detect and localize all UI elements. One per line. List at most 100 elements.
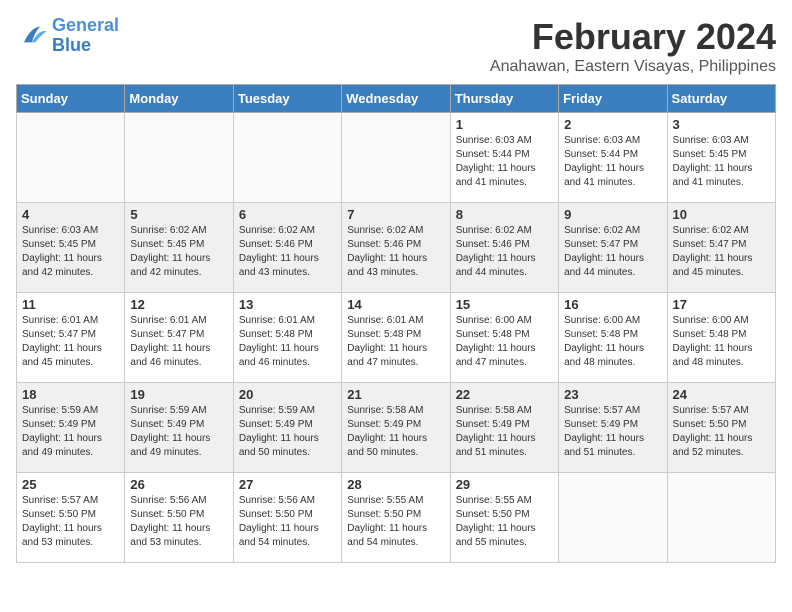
day-number: 14 — [347, 297, 444, 312]
day-info: Sunrise: 5:56 AMSunset: 5:50 PMDaylight:… — [239, 494, 336, 550]
day-number: 10 — [673, 207, 770, 222]
day-number: 28 — [347, 477, 444, 492]
calendar-cell: 29 Sunrise: 5:55 AMSunset: 5:50 PMDayligh… — [450, 473, 558, 563]
calendar-cell: 4 Sunrise: 6:03 AMSunset: 5:45 PMDaylight… — [17, 203, 125, 293]
calendar-cell: 26 Sunrise: 5:56 AMSunset: 5:50 PMDayligh… — [125, 473, 233, 563]
header-day-friday: Friday — [559, 85, 667, 113]
day-number: 27 — [239, 477, 336, 492]
day-info: Sunrise: 5:56 AMSunset: 5:50 PMDaylight:… — [130, 494, 227, 550]
day-info: Sunrise: 6:03 AMSunset: 5:44 PMDaylight:… — [564, 134, 661, 190]
calendar-cell — [667, 473, 775, 563]
calendar-cell: 2 Sunrise: 6:03 AMSunset: 5:44 PMDaylight… — [559, 113, 667, 203]
calendar-cell: 25Sunrise: 5:57 AMSunset: 5:50 PMDayligh… — [17, 473, 125, 563]
calendar-cell — [342, 113, 450, 203]
calendar-cell: 23 Sunrise: 5:57 AMSunset: 5:49 PMDayligh… — [559, 383, 667, 473]
day-number: 6 — [239, 207, 336, 222]
day-number: 17 — [673, 297, 770, 312]
calendar-table: SundayMondayTuesdayWednesdayThursdayFrid… — [16, 84, 776, 563]
calendar-cell: 11Sunrise: 6:01 AMSunset: 5:47 PMDayligh… — [17, 293, 125, 383]
calendar-cell — [233, 113, 341, 203]
calendar-cell — [17, 113, 125, 203]
day-info: Sunrise: 6:01 AMSunset: 5:48 PMDaylight:… — [347, 314, 444, 370]
logo-text: General Blue — [52, 16, 119, 56]
logo: General Blue — [16, 16, 119, 56]
day-info: Sunrise: 5:55 AMSunset: 5:50 PMDaylight:… — [456, 494, 553, 550]
page-title: February 2024 — [490, 16, 776, 58]
week-row-3: 11Sunrise: 6:01 AMSunset: 5:47 PMDayligh… — [17, 293, 776, 383]
logo-bird-icon — [16, 20, 48, 52]
header-day-tuesday: Tuesday — [233, 85, 341, 113]
day-info: Sunrise: 6:01 AMSunset: 5:47 PMDaylight:… — [130, 314, 227, 370]
calendar-cell: 3Sunrise: 6:03 AMSunset: 5:45 PMDaylight… — [667, 113, 775, 203]
calendar-cell — [125, 113, 233, 203]
logo-line1: General — [52, 15, 119, 35]
calendar-cell: 8 Sunrise: 6:02 AMSunset: 5:46 PMDaylight… — [450, 203, 558, 293]
day-info: Sunrise: 6:01 AMSunset: 5:47 PMDaylight:… — [22, 314, 119, 370]
week-row-2: 4 Sunrise: 6:03 AMSunset: 5:45 PMDaylight… — [17, 203, 776, 293]
day-info: Sunrise: 6:00 AMSunset: 5:48 PMDaylight:… — [456, 314, 553, 370]
calendar-cell: 15 Sunrise: 6:00 AMSunset: 5:48 PMDayligh… — [450, 293, 558, 383]
day-number: 23 — [564, 387, 661, 402]
day-info: Sunrise: 5:58 AMSunset: 5:49 PMDaylight:… — [456, 404, 553, 460]
day-info: Sunrise: 5:58 AMSunset: 5:49 PMDaylight:… — [347, 404, 444, 460]
day-number: 13 — [239, 297, 336, 312]
day-info: Sunrise: 5:59 AMSunset: 5:49 PMDaylight:… — [22, 404, 119, 460]
calendar-cell: 21 Sunrise: 5:58 AMSunset: 5:49 PMDayligh… — [342, 383, 450, 473]
calendar-cell: 22 Sunrise: 5:58 AMSunset: 5:49 PMDayligh… — [450, 383, 558, 473]
day-info: Sunrise: 6:03 AMSunset: 5:44 PMDaylight:… — [456, 134, 553, 190]
calendar-cell: 18Sunrise: 5:59 AMSunset: 5:49 PMDayligh… — [17, 383, 125, 473]
calendar-cell: 13Sunrise: 6:01 AMSunset: 5:48 PMDayligh… — [233, 293, 341, 383]
header-day-saturday: Saturday — [667, 85, 775, 113]
calendar-cell: 16Sunrise: 6:00 AMSunset: 5:48 PMDayligh… — [559, 293, 667, 383]
day-number: 1 — [456, 117, 553, 132]
calendar-cell: 17 Sunrise: 6:00 AMSunset: 5:48 PMDayligh… — [667, 293, 775, 383]
day-number: 15 — [456, 297, 553, 312]
day-info: Sunrise: 6:02 AMSunset: 5:46 PMDaylight:… — [456, 224, 553, 280]
day-number: 29 — [456, 477, 553, 492]
day-number: 8 — [456, 207, 553, 222]
day-info: Sunrise: 6:02 AMSunset: 5:47 PMDaylight:… — [564, 224, 661, 280]
calendar-cell: 12 Sunrise: 6:01 AMSunset: 5:47 PMDayligh… — [125, 293, 233, 383]
header-day-thursday: Thursday — [450, 85, 558, 113]
day-info: Sunrise: 5:57 AMSunset: 5:50 PMDaylight:… — [673, 404, 770, 460]
day-number: 12 — [130, 297, 227, 312]
week-row-4: 18Sunrise: 5:59 AMSunset: 5:49 PMDayligh… — [17, 383, 776, 473]
day-number: 26 — [130, 477, 227, 492]
day-info: Sunrise: 5:59 AMSunset: 5:49 PMDaylight:… — [130, 404, 227, 460]
logo-line2: Blue — [52, 35, 91, 55]
calendar-cell: 27 Sunrise: 5:56 AMSunset: 5:50 PMDayligh… — [233, 473, 341, 563]
calendar-cell: 9 Sunrise: 6:02 AMSunset: 5:47 PMDaylight… — [559, 203, 667, 293]
day-number: 7 — [347, 207, 444, 222]
day-info: Sunrise: 6:02 AMSunset: 5:46 PMDaylight:… — [239, 224, 336, 280]
header-day-wednesday: Wednesday — [342, 85, 450, 113]
day-info: Sunrise: 5:59 AMSunset: 5:49 PMDaylight:… — [239, 404, 336, 460]
day-info: Sunrise: 6:03 AMSunset: 5:45 PMDaylight:… — [22, 224, 119, 280]
week-row-1: 1 Sunrise: 6:03 AMSunset: 5:44 PMDaylight… — [17, 113, 776, 203]
page-subtitle: Anahawan, Eastern Visayas, Philippines — [490, 58, 776, 76]
calendar-cell: 1 Sunrise: 6:03 AMSunset: 5:44 PMDaylight… — [450, 113, 558, 203]
day-number: 2 — [564, 117, 661, 132]
day-number: 3 — [673, 117, 770, 132]
day-number: 22 — [456, 387, 553, 402]
week-row-5: 25Sunrise: 5:57 AMSunset: 5:50 PMDayligh… — [17, 473, 776, 563]
calendar-cell: 6 Sunrise: 6:02 AMSunset: 5:46 PMDaylight… — [233, 203, 341, 293]
day-info: Sunrise: 6:02 AMSunset: 5:45 PMDaylight:… — [130, 224, 227, 280]
day-number: 20 — [239, 387, 336, 402]
day-info: Sunrise: 6:02 AMSunset: 5:47 PMDaylight:… — [673, 224, 770, 280]
day-number: 5 — [130, 207, 227, 222]
day-number: 19 — [130, 387, 227, 402]
calendar-header: SundayMondayTuesdayWednesdayThursdayFrid… — [17, 85, 776, 113]
calendar-cell: 7Sunrise: 6:02 AMSunset: 5:46 PMDaylight… — [342, 203, 450, 293]
day-number: 9 — [564, 207, 661, 222]
calendar-cell: 14 Sunrise: 6:01 AMSunset: 5:48 PMDayligh… — [342, 293, 450, 383]
header-day-sunday: Sunday — [17, 85, 125, 113]
day-number: 4 — [22, 207, 119, 222]
day-info: Sunrise: 5:57 AMSunset: 5:49 PMDaylight:… — [564, 404, 661, 460]
day-number: 16 — [564, 297, 661, 312]
calendar-cell: 19 Sunrise: 5:59 AMSunset: 5:49 PMDayligh… — [125, 383, 233, 473]
day-number: 24 — [673, 387, 770, 402]
day-number: 21 — [347, 387, 444, 402]
day-number: 25 — [22, 477, 119, 492]
day-info: Sunrise: 5:55 AMSunset: 5:50 PMDaylight:… — [347, 494, 444, 550]
day-info: Sunrise: 6:00 AMSunset: 5:48 PMDaylight:… — [673, 314, 770, 370]
